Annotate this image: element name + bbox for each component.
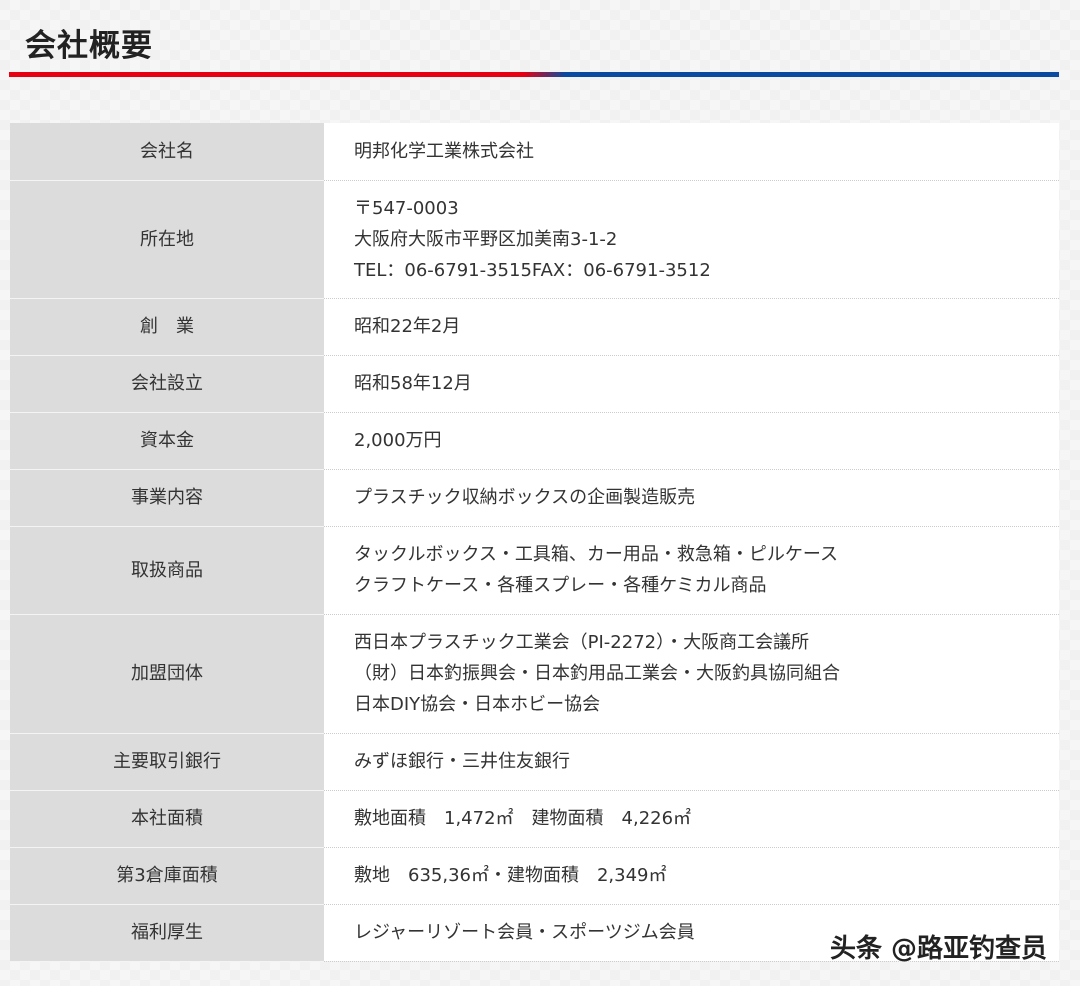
- row-value: 西日本プラスチック工業会（PI-2272）・大阪商工会議所（財）日本釣振興会・日…: [324, 614, 1059, 733]
- row-value: 昭和58年12月: [324, 355, 1059, 412]
- table-row: 加盟団体西日本プラスチック工業会（PI-2272）・大阪商工会議所（財）日本釣振…: [10, 614, 1059, 733]
- table-row: 資本金 2,000万円: [10, 412, 1059, 469]
- row-label: 第3倉庫面積: [10, 847, 324, 904]
- title-underline: [9, 72, 1059, 77]
- row-value: みずほ銀行・三井住友銀行: [324, 733, 1059, 790]
- table-row: 第3倉庫面積敷地 635,36㎡・建物面積 2,349㎡: [10, 847, 1059, 904]
- row-value: タックルボックス・工具箱、カー用品・救急箱・ピルケースクラフトケース・各種スプレ…: [324, 526, 1059, 614]
- value-line: クラフトケース・各種スプレー・各種ケミカル商品: [354, 570, 1059, 601]
- row-label: 取扱商品: [10, 526, 324, 614]
- value-line: （財）日本釣振興会・日本釣用品工業会・大阪釣具協同組合: [354, 658, 1059, 689]
- value-line: 日本DIY協会・日本ホビー協会: [354, 689, 1059, 720]
- row-label: 事業内容: [10, 469, 324, 526]
- table-row: 会社設立昭和58年12月: [10, 355, 1059, 412]
- table-row: 所在地〒547-0003大阪府大阪市平野区加美南3-1-2TEL：06-6791…: [10, 180, 1059, 298]
- value-line: みずほ銀行・三井住友銀行: [354, 746, 1059, 777]
- value-line: 〒547-0003: [354, 193, 1059, 224]
- value-line: 敷地 635,36㎡・建物面積 2,349㎡: [354, 860, 1059, 891]
- page-title: 会社概要: [25, 20, 153, 65]
- company-info-table: 会社名明邦化学工業株式会社所在地〒547-0003大阪府大阪市平野区加美南3-1…: [10, 123, 1059, 962]
- row-label: 所在地: [10, 180, 324, 298]
- value-line: プラスチック収納ボックスの企画製造販売: [354, 482, 1059, 513]
- value-line: 西日本プラスチック工業会（PI-2272）・大阪商工会議所: [354, 627, 1059, 658]
- row-label: 会社設立: [10, 355, 324, 412]
- row-label: 資本金: [10, 412, 324, 469]
- value-line: 昭和58年12月: [354, 368, 1059, 399]
- table-row: 取扱商品タックルボックス・工具箱、カー用品・救急箱・ピルケースクラフトケース・各…: [10, 526, 1059, 614]
- table-row: 創 業昭和22年2月: [10, 298, 1059, 355]
- table-row: 主要取引銀行みずほ銀行・三井住友銀行: [10, 733, 1059, 790]
- value-line: 明邦化学工業株式会社: [354, 136, 1059, 167]
- table-row: 事業内容プラスチック収納ボックスの企画製造販売: [10, 469, 1059, 526]
- row-value: プラスチック収納ボックスの企画製造販売: [324, 469, 1059, 526]
- value-line: 大阪府大阪市平野区加美南3-1-2: [354, 224, 1059, 255]
- value-line: 2,000万円: [354, 425, 1059, 456]
- row-label: 加盟団体: [10, 614, 324, 733]
- row-value: 昭和22年2月: [324, 298, 1059, 355]
- row-label: 福利厚生: [10, 904, 324, 961]
- value-line: 昭和22年2月: [354, 311, 1059, 342]
- value-line: 敷地面積 1,472㎡ 建物面積 4,226㎡: [354, 803, 1059, 834]
- row-value: 敷地 635,36㎡・建物面積 2,349㎡: [324, 847, 1059, 904]
- watermark: 头条 @路亚钓查员: [830, 928, 1047, 965]
- row-label: 本社面積: [10, 790, 324, 847]
- row-value: 敷地面積 1,472㎡ 建物面積 4,226㎡: [324, 790, 1059, 847]
- row-label: 主要取引銀行: [10, 733, 324, 790]
- row-label: 創 業: [10, 298, 324, 355]
- row-value: 明邦化学工業株式会社: [324, 123, 1059, 180]
- value-line: TEL：06-6791-3515FAX：06-6791-3512: [354, 255, 1059, 286]
- table-row: 会社名明邦化学工業株式会社: [10, 123, 1059, 180]
- row-value: 2,000万円: [324, 412, 1059, 469]
- value-line: タックルボックス・工具箱、カー用品・救急箱・ピルケース: [354, 539, 1059, 570]
- row-value: 〒547-0003大阪府大阪市平野区加美南3-1-2TEL：06-6791-35…: [324, 180, 1059, 298]
- table-row: 本社面積敷地面積 1,472㎡ 建物面積 4,226㎡: [10, 790, 1059, 847]
- row-label: 会社名: [10, 123, 324, 180]
